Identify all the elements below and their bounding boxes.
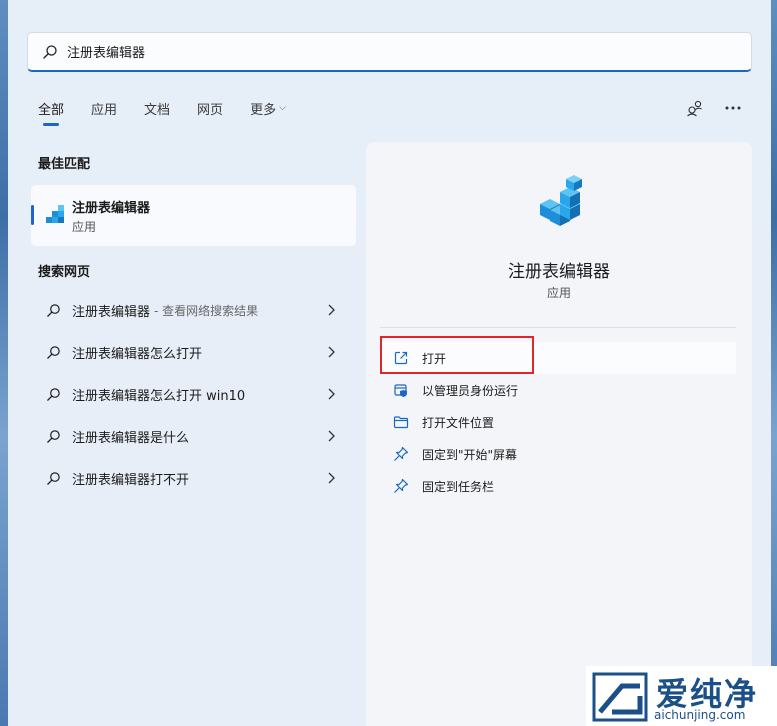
top-right-actions xyxy=(669,96,745,120)
desktop-wallpaper-strip xyxy=(0,0,8,726)
pin-icon xyxy=(394,478,409,493)
chevron-down-icon: ⌵ xyxy=(279,103,286,113)
chevron-right-icon xyxy=(328,388,335,400)
best-match-result[interactable]: 注册表编辑器 应用 xyxy=(31,185,356,246)
selection-indicator xyxy=(31,205,34,225)
web-result-text: 注册表编辑器怎么打开 win10 xyxy=(72,388,246,404)
watermark-logo-icon xyxy=(592,672,648,722)
best-match-name: 注册表编辑器 xyxy=(72,201,151,216)
search-icon xyxy=(47,303,60,317)
tab-web[interactable]: 网页 xyxy=(197,96,223,120)
best-match-type: 应用 xyxy=(72,220,97,234)
chevron-right-icon xyxy=(328,472,335,484)
web-result-text: 注册表编辑器打不开 xyxy=(72,472,190,488)
pin-icon xyxy=(394,446,409,461)
search-input[interactable]: 注册表编辑器 xyxy=(27,32,752,72)
run-as-admin-label: 以管理员身份运行 xyxy=(422,383,519,398)
run-as-admin-button[interactable]: 以管理员身份运行 xyxy=(380,374,736,406)
pin-to-taskbar-button[interactable]: 固定到任务栏 xyxy=(380,470,736,502)
search-input-value[interactable]: 注册表编辑器 xyxy=(67,42,145,61)
web-result-text: 注册表编辑器怎么打开 xyxy=(72,346,203,362)
registry-editor-icon xyxy=(46,205,64,223)
pin-to-taskbar-label: 固定到任务栏 xyxy=(422,479,495,494)
pin-to-start-button[interactable]: 固定到"开始"屏幕 xyxy=(380,438,736,470)
watermark: 爱纯净 aichunjing.com xyxy=(586,666,777,726)
annotation-highlight-box xyxy=(380,336,534,374)
open-file-location-button[interactable]: 打开文件位置 xyxy=(380,406,736,438)
ellipsis-icon xyxy=(725,106,741,110)
filter-tabs: 全部 应用 文档 网页 更多 ⌵ xyxy=(38,96,313,126)
web-result-item[interactable]: 注册表编辑器是什么 xyxy=(31,415,356,457)
result-detail-panel: 注册表编辑器 应用 打开 以管理员身份运行 打开文件位置 固定到"开始"屏幕 固… xyxy=(366,142,752,726)
tab-apps-label: 应用 xyxy=(91,102,118,118)
search-icon xyxy=(47,345,60,359)
search-icon xyxy=(47,429,60,443)
more-options-button[interactable] xyxy=(721,96,745,120)
account-switch-button[interactable] xyxy=(683,96,707,120)
desktop-wallpaper-strip-right xyxy=(771,0,777,726)
web-result-item[interactable]: 注册表编辑器 - 查看网络搜索结果 xyxy=(31,289,356,331)
web-result-text: 注册表编辑器 xyxy=(72,304,151,320)
web-search-heading: 搜索网页 xyxy=(38,265,91,280)
tab-all[interactable]: 全部 xyxy=(38,96,65,126)
tab-apps[interactable]: 应用 xyxy=(91,96,117,120)
people-icon xyxy=(687,100,702,117)
search-icon xyxy=(47,387,60,401)
chevron-right-icon xyxy=(328,304,335,316)
tab-web-label: 网页 xyxy=(197,102,224,118)
chevron-right-icon xyxy=(328,346,335,358)
search-icon xyxy=(47,471,60,485)
divider xyxy=(380,327,736,328)
tab-documents-label: 文档 xyxy=(144,102,171,118)
watermark-domain: aichunjing.com xyxy=(654,708,746,722)
tab-more-label: 更多 xyxy=(250,102,277,118)
web-result-suffix: - 查看网络搜索结果 xyxy=(154,303,259,318)
open-file-location-label: 打开文件位置 xyxy=(422,415,495,430)
tab-documents[interactable]: 文档 xyxy=(144,96,170,120)
pin-to-start-label: 固定到"开始"屏幕 xyxy=(422,447,518,462)
tab-more[interactable]: 更多 ⌵ xyxy=(250,96,286,120)
folder-icon xyxy=(393,416,409,429)
web-result-item[interactable]: 注册表编辑器怎么打开 xyxy=(31,331,356,373)
web-results-list: 注册表编辑器 - 查看网络搜索结果 注册表编辑器怎么打开 注册表编辑器怎么打开 … xyxy=(31,289,356,499)
web-result-text: 注册表编辑器是什么 xyxy=(72,430,190,446)
registry-editor-icon xyxy=(540,175,582,226)
web-result-item[interactable]: 注册表编辑器怎么打开 win10 xyxy=(31,373,356,415)
tab-all-label: 全部 xyxy=(38,102,65,118)
detail-subtitle: 应用 xyxy=(546,286,571,300)
best-match-heading: 最佳匹配 xyxy=(38,157,91,172)
chevron-right-icon xyxy=(328,430,335,442)
detail-title: 注册表编辑器 xyxy=(508,262,610,282)
search-icon xyxy=(43,44,57,59)
shield-admin-icon xyxy=(394,384,407,397)
web-result-item[interactable]: 注册表编辑器打不开 xyxy=(31,457,356,499)
